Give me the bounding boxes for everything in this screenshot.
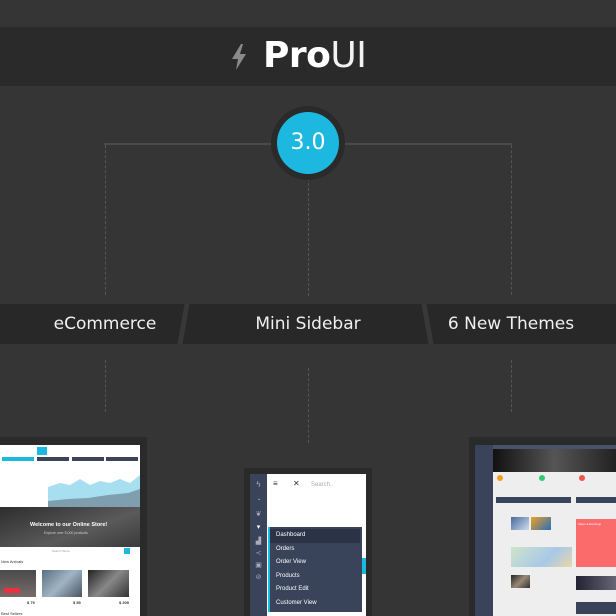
hero-subtitle: Explore over 5,000 products [44, 531, 88, 535]
panel-header [576, 497, 616, 503]
map-thumb [511, 547, 572, 567]
ecommerce-preview-frame: Welcome to our Online Store! Explore ove… [0, 437, 147, 616]
menu-item-order-view[interactable]: Order View [270, 556, 362, 570]
leaf-icon[interactable]: ❦ [250, 510, 267, 518]
connector-dash-center [308, 178, 309, 296]
feature-new-themes: 6 New Themes [447, 314, 575, 334]
widget-icon [539, 475, 545, 481]
product-image[interactable] [0, 570, 36, 597]
lightning-bolt-icon [232, 44, 246, 70]
themes-preview-frame: Sales & Earnings [469, 437, 616, 616]
connector-dash-left [105, 145, 106, 295]
connector-dash-right-lower [511, 360, 512, 412]
film-icon[interactable]: ▣ [250, 561, 267, 569]
photo-thumb [511, 517, 529, 530]
connector-dash-right [511, 145, 512, 295]
logo: ProUI [263, 34, 367, 78]
timeline-header [496, 497, 571, 503]
chart-icon[interactable]: ▟ [250, 537, 267, 545]
logo-light: UI [330, 35, 367, 76]
version-badge: 3.0 [277, 112, 339, 174]
price: $ 59 [73, 600, 81, 605]
search-input[interactable]: Search.. [311, 482, 333, 488]
menu-item-product-edit[interactable]: Product Edit [270, 583, 362, 597]
sales-earnings-widget: Sales & Earnings [576, 519, 616, 567]
price: $ 79 [27, 600, 35, 605]
stat-box [106, 457, 138, 461]
dashboard-tab [37, 447, 47, 455]
connector-dash-left-lower [105, 360, 106, 412]
section-new-arrivals: New Arrivals [1, 559, 24, 564]
image-panel [576, 576, 616, 590]
hero-banner: Welcome to our Online Store! Explore ove… [0, 507, 140, 547]
menu-item-customer-view[interactable]: Customer View [270, 597, 362, 611]
gauge-icon[interactable]: ◔ [250, 497, 267, 504]
menu-item-orders[interactable]: Orders [270, 543, 362, 557]
dark-sidebar [475, 445, 493, 616]
feature-mini-sidebar: Mini Sidebar [255, 314, 361, 334]
header-image [493, 449, 616, 472]
attachment-icon[interactable]: ⊘ [250, 573, 267, 581]
area-chart [48, 475, 140, 507]
menu-item-products[interactable]: Products [270, 570, 362, 584]
feature-ecommerce: eCommerce [53, 314, 157, 334]
store-search[interactable]: Search Store.. [52, 549, 71, 553]
product-image[interactable] [88, 570, 129, 597]
flyout-menu: Dashboard Orders Order View Products Pro… [270, 527, 362, 612]
dark-panel [576, 602, 616, 614]
mini-sidebar-preview-frame: ϟ ◔ ❦ ▾ ▟ ≺ ▣ ⊘ ≡ ✕ Search.. Dashboard O… [244, 468, 372, 616]
ecommerce-screenshot: Welcome to our Online Store! Explore ove… [0, 445, 140, 616]
stat-box [2, 457, 34, 461]
price: $ 209 [119, 600, 130, 605]
mini-sidebar: ϟ ◔ ❦ ▾ ▟ ≺ ▣ ⊘ [250, 474, 267, 616]
widget-icon [497, 475, 503, 481]
product-image[interactable] [42, 570, 82, 597]
menu-item-dashboard[interactable]: Dashboard [270, 529, 360, 543]
connector-dash-center-lower [308, 368, 309, 443]
widget-title: Sales & Earnings [578, 522, 602, 526]
section-best-sellers: Best Sellers [1, 611, 23, 616]
stat-box [72, 457, 104, 461]
widget-icon [579, 475, 585, 481]
photo-thumb [531, 517, 551, 530]
themes-screenshot: Sales & Earnings [475, 445, 616, 616]
tools-icon[interactable]: ✕ [293, 479, 300, 488]
search-button[interactable] [124, 548, 130, 554]
stat-box [37, 457, 69, 461]
menu-icon[interactable]: ≡ [273, 479, 278, 488]
bolt-icon: ϟ [256, 480, 261, 489]
cart-icon[interactable]: ▾ [250, 523, 267, 531]
hero-title: Welcome to our Online Store! [30, 522, 108, 528]
share-icon[interactable]: ≺ [250, 549, 267, 557]
logo-bold: Pro [263, 35, 331, 76]
photo-thumb [511, 575, 530, 588]
